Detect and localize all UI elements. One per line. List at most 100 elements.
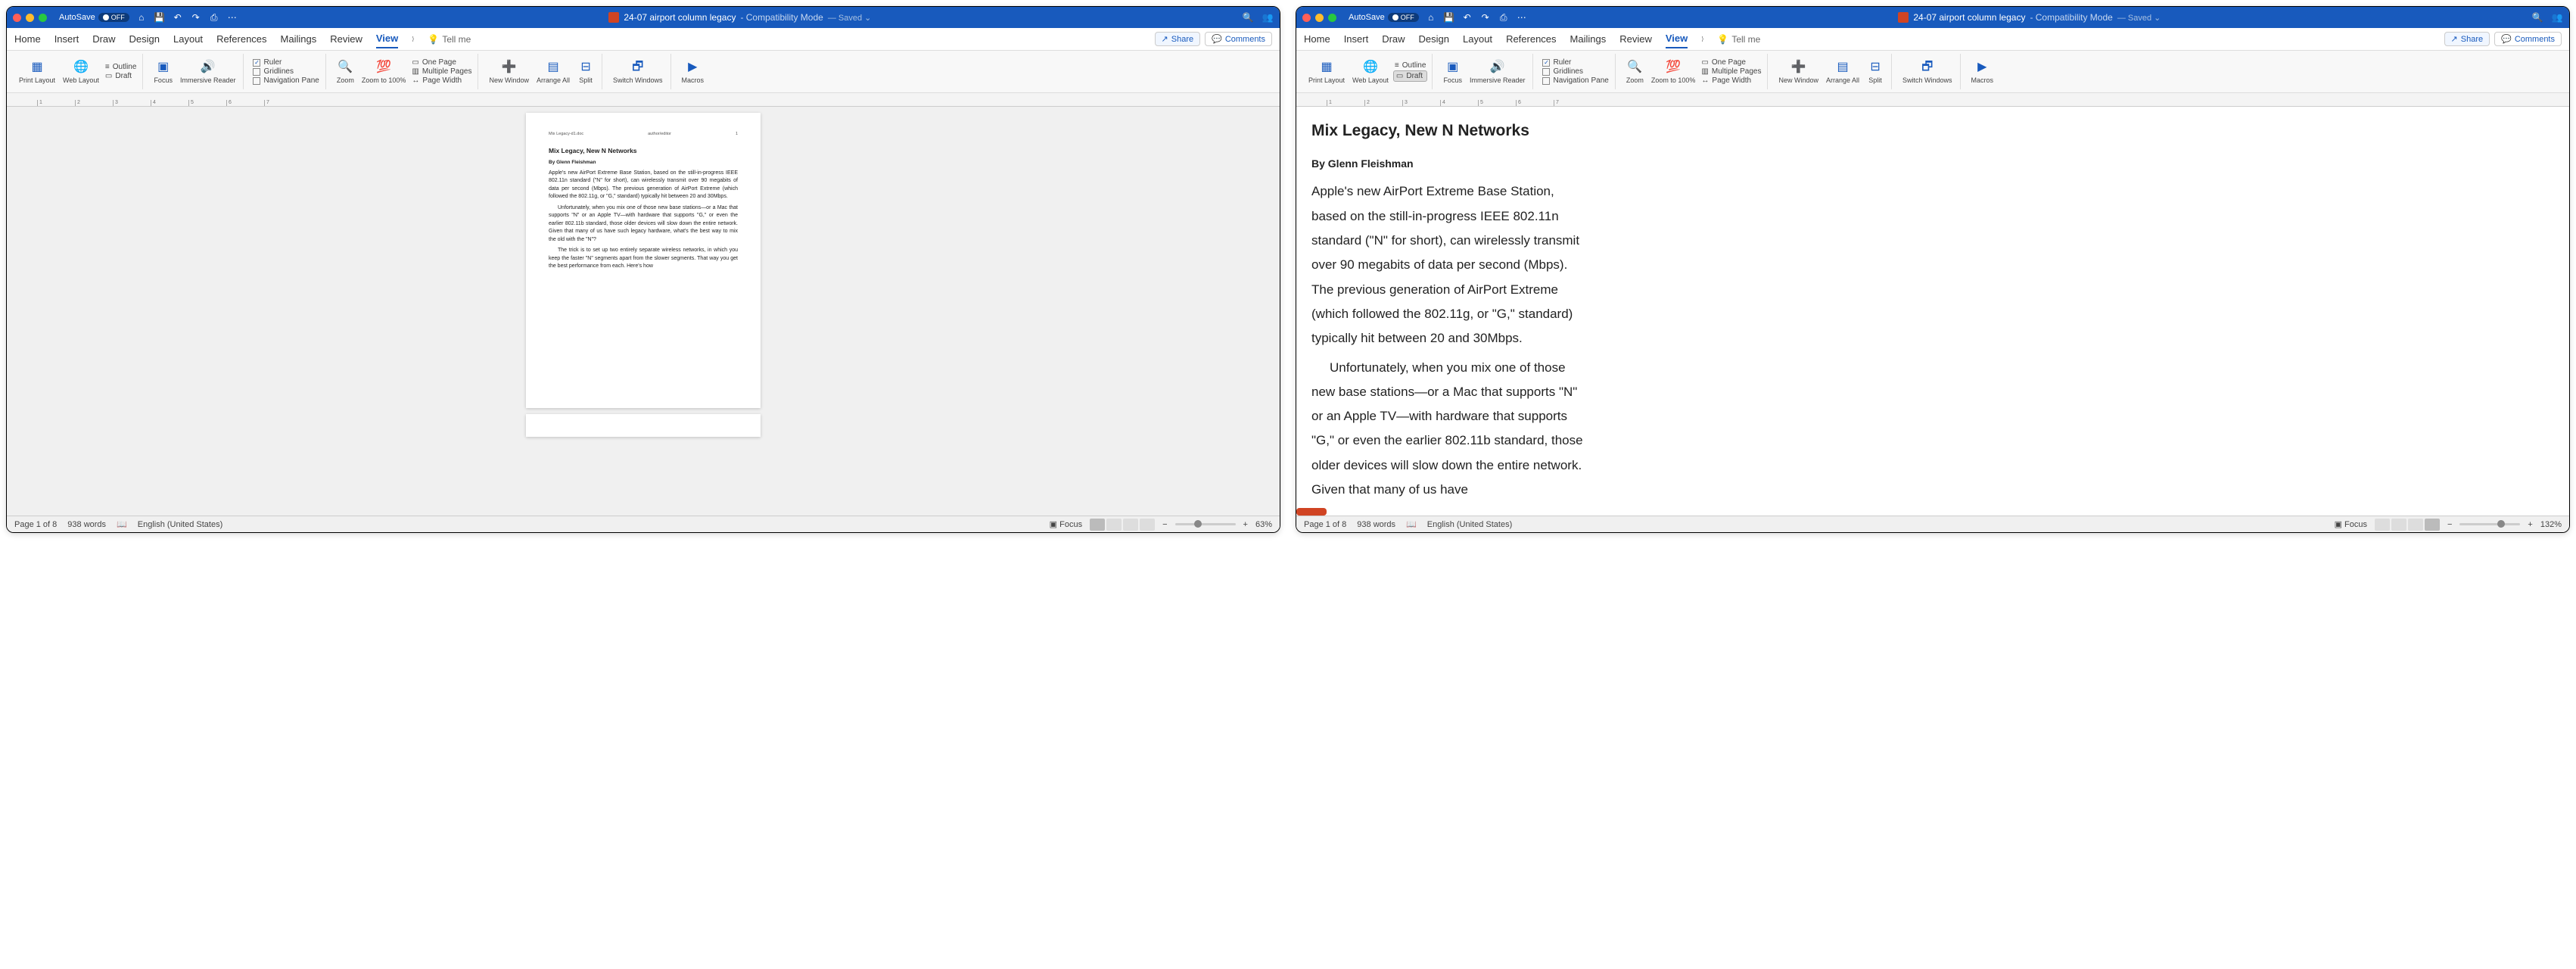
search-icon[interactable]: 🔍: [2531, 11, 2543, 23]
autosave-toggle[interactable]: AutoSave OFF: [59, 13, 129, 22]
focus-button[interactable]: ▣Focus: [1440, 57, 1465, 86]
draft-button[interactable]: ▭ Draft: [104, 72, 138, 80]
fullscreen-window-button[interactable]: [39, 14, 47, 22]
share-titlebar-icon[interactable]: 👥: [1262, 11, 1274, 23]
zoom-100-button[interactable]: 💯Zoom to 100%: [359, 57, 409, 86]
share-button[interactable]: ↗ Share: [1155, 32, 1201, 46]
horizontal-scrollbar[interactable]: [1296, 508, 1327, 516]
comments-button[interactable]: 💬 Comments: [1205, 32, 1272, 46]
word-count[interactable]: 938 words: [67, 520, 106, 529]
switch-windows-button[interactable]: 🗗Switch Windows: [1899, 57, 1955, 86]
draft-button[interactable]: ▭ Draft: [1393, 70, 1428, 82]
tab-view[interactable]: View: [376, 30, 398, 48]
macros-button[interactable]: ▶Macros: [679, 57, 708, 86]
redo-icon[interactable]: ↷: [1479, 11, 1492, 23]
web-layout-button[interactable]: 🌐Web Layout: [60, 57, 102, 86]
print-view-icon[interactable]: [1090, 519, 1105, 531]
share-button[interactable]: ↗ Share: [2444, 32, 2490, 46]
print-layout-button[interactable]: ▦Print Layout: [1305, 57, 1348, 86]
split-button[interactable]: ⊟Split: [1864, 57, 1887, 86]
tab-layout[interactable]: Layout: [1463, 30, 1492, 48]
tab-review[interactable]: Review: [330, 30, 362, 48]
arrange-all-button[interactable]: ▤Arrange All: [534, 57, 573, 86]
outline-button[interactable]: ≡ Outline: [1393, 61, 1428, 70]
draft-view-icon[interactable]: [1140, 519, 1155, 531]
macros-button[interactable]: ▶Macros: [1968, 57, 1997, 86]
zoom-level[interactable]: 63%: [1255, 520, 1272, 529]
spellcheck-icon[interactable]: 📖: [1406, 519, 1417, 529]
zoom-button[interactable]: 🔍Zoom: [334, 57, 357, 86]
ruler-checkbox[interactable]: ✓Ruler: [1541, 58, 1610, 67]
minimize-window-button[interactable]: [1315, 14, 1324, 22]
one-page-button[interactable]: ▭ One Page: [1700, 58, 1762, 67]
page-width-button[interactable]: ↔ Page Width: [1700, 76, 1762, 85]
page-width-button[interactable]: ↔ Page Width: [410, 76, 473, 85]
gridlines-checkbox[interactable]: Gridlines: [251, 67, 320, 76]
ruler[interactable]: 12 34 56 7: [7, 93, 1280, 107]
tab-insert[interactable]: Insert: [1344, 30, 1369, 48]
new-window-button[interactable]: ➕New Window: [1775, 57, 1822, 86]
print-icon[interactable]: ⎙: [208, 11, 220, 23]
tab-design[interactable]: Design: [1419, 30, 1449, 48]
switch-windows-button[interactable]: 🗗Switch Windows: [610, 57, 666, 86]
page-indicator[interactable]: Page 1 of 8: [1304, 520, 1346, 529]
one-page-button[interactable]: ▭ One Page: [410, 58, 473, 67]
tab-references[interactable]: References: [1506, 30, 1556, 48]
undo-icon[interactable]: ↶: [172, 11, 184, 23]
web-view-icon[interactable]: [1106, 519, 1122, 531]
zoom-100-button[interactable]: 💯Zoom to 100%: [1648, 57, 1699, 86]
multi-pages-button[interactable]: ▥ Multiple Pages: [410, 67, 473, 76]
home-icon[interactable]: ⌂: [1425, 11, 1437, 23]
page-indicator[interactable]: Page 1 of 8: [14, 520, 57, 529]
home-icon[interactable]: ⌂: [135, 11, 148, 23]
search-icon[interactable]: 🔍: [1242, 11, 1254, 23]
focus-button[interactable]: ▣Focus: [151, 57, 176, 86]
web-layout-button[interactable]: 🌐Web Layout: [1349, 57, 1392, 86]
comments-button[interactable]: 💬 Comments: [2494, 32, 2562, 46]
close-window-button[interactable]: [13, 14, 21, 22]
fullscreen-window-button[interactable]: [1328, 14, 1336, 22]
autosave-toggle[interactable]: AutoSave OFF: [1349, 13, 1419, 22]
save-icon[interactable]: 💾: [154, 11, 166, 23]
print-view-icon[interactable]: [2375, 519, 2390, 531]
tell-me[interactable]: 💡 Tell me: [1717, 34, 1760, 45]
web-view-icon[interactable]: [2391, 519, 2406, 531]
tab-design[interactable]: Design: [129, 30, 160, 48]
zoom-slider[interactable]: [1175, 523, 1236, 525]
language-indicator[interactable]: English (United States): [138, 520, 223, 529]
tab-draw[interactable]: Draw: [1382, 30, 1405, 48]
zoom-button[interactable]: 🔍Zoom: [1623, 57, 1647, 86]
ruler[interactable]: 12 34 56 7: [1296, 93, 2569, 107]
tab-layout[interactable]: Layout: [173, 30, 203, 48]
arrange-all-button[interactable]: ▤Arrange All: [1823, 57, 1862, 86]
word-count[interactable]: 938 words: [1357, 520, 1395, 529]
undo-icon[interactable]: ↶: [1461, 11, 1473, 23]
new-window-button[interactable]: ➕New Window: [486, 57, 532, 86]
redo-icon[interactable]: ↷: [190, 11, 202, 23]
save-icon[interactable]: 💾: [1443, 11, 1455, 23]
print-icon[interactable]: ⎙: [1498, 11, 1510, 23]
document-canvas-draft[interactable]: Mix Legacy, New N Networks By Glenn Flei…: [1296, 107, 2569, 516]
navpane-checkbox[interactable]: Navigation Pane: [1541, 76, 1610, 85]
tabs-overflow-icon[interactable]: ⟩: [1701, 36, 1703, 42]
language-indicator[interactable]: English (United States): [1427, 520, 1513, 529]
immersive-reader-button[interactable]: 🔊Immersive Reader: [1467, 57, 1529, 86]
document-canvas[interactable]: Mix Legacy-d1.doc author/editor 1 Mix Le…: [7, 107, 1280, 516]
immersive-reader-button[interactable]: 🔊Immersive Reader: [177, 57, 239, 86]
zoom-slider[interactable]: [2459, 523, 2520, 525]
tabs-overflow-icon[interactable]: ⟩: [412, 36, 414, 42]
outline-button[interactable]: ≡ Outline: [104, 63, 138, 71]
minimize-window-button[interactable]: [26, 14, 34, 22]
tab-mailings[interactable]: Mailings: [1570, 30, 1607, 48]
draft-view-icon[interactable]: [2425, 519, 2440, 531]
tab-review[interactable]: Review: [1619, 30, 1652, 48]
tab-draw[interactable]: Draw: [92, 30, 115, 48]
tab-home[interactable]: Home: [1304, 30, 1330, 48]
print-layout-button[interactable]: ▦Print Layout: [16, 57, 58, 86]
split-button[interactable]: ⊟Split: [574, 57, 597, 86]
multi-pages-button[interactable]: ▥ Multiple Pages: [1700, 67, 1762, 76]
zoom-out-button[interactable]: −: [2447, 520, 2452, 529]
tab-insert[interactable]: Insert: [54, 30, 79, 48]
outline-view-icon[interactable]: [2408, 519, 2423, 531]
tab-view[interactable]: View: [1666, 30, 1688, 48]
